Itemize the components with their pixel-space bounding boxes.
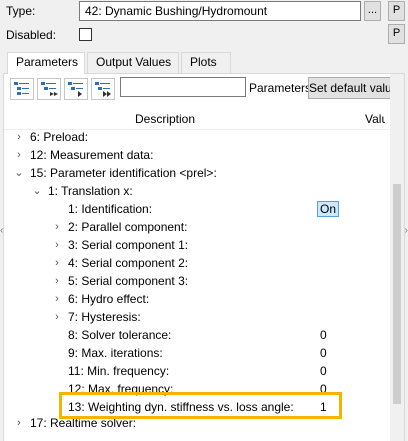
type-p-button[interactable]: P bbox=[388, 1, 405, 21]
tree-row-hydro-effect[interactable]: › 6: Hydro effect: bbox=[4, 290, 388, 308]
parameters-label: Parameters: bbox=[249, 81, 315, 95]
vertical-scrollbar[interactable] bbox=[390, 74, 404, 441]
row-value[interactable]: 0 bbox=[320, 380, 327, 398]
row-value[interactable]: 0 bbox=[320, 344, 327, 362]
tree-row-identification[interactable]: 1: Identification: On bbox=[4, 200, 388, 218]
disabled-p-button[interactable]: P bbox=[388, 24, 405, 44]
tree-row-max-frequency[interactable]: 12: Max. frequency: 0 bbox=[4, 380, 388, 398]
tab-plots[interactable]: Plots bbox=[181, 52, 231, 73]
row-label: 4: Serial component 2: bbox=[68, 256, 189, 270]
tree-row-max-iterations[interactable]: 9: Max. iterations: 0 bbox=[4, 344, 388, 362]
chevron-right-icon[interactable]: › bbox=[14, 414, 24, 432]
tree-row-parallel-component[interactable]: › 2: Parallel component: bbox=[4, 218, 388, 236]
chevron-right-icon[interactable]: › bbox=[52, 254, 62, 272]
identification-value[interactable]: On bbox=[317, 201, 340, 217]
property-window: Type: 42: Dynamic Bushing/Hydromount ...… bbox=[0, 0, 408, 441]
row-label: 1: Translation x: bbox=[48, 184, 133, 198]
expand-all-icon[interactable] bbox=[10, 78, 34, 100]
disabled-label: Disabled: bbox=[6, 28, 57, 42]
tree-row-serial-component-3[interactable]: › 5: Serial component 3: bbox=[4, 272, 388, 290]
row-label: 5: Serial component 3: bbox=[68, 274, 189, 288]
row-label: 17: Realtime solver: bbox=[30, 416, 137, 430]
chevron-right-icon[interactable]: › bbox=[52, 290, 62, 308]
disabled-checkbox[interactable] bbox=[79, 28, 92, 41]
tree-row-realtime-solver[interactable]: › 17: Realtime solver: bbox=[4, 414, 388, 432]
splitter-left-icon[interactable]: ‹ bbox=[0, 225, 3, 236]
tree-row-preload[interactable]: › 6: Preload: bbox=[4, 128, 388, 146]
tab-output-values[interactable]: Output Values bbox=[87, 52, 179, 73]
tree-row-measurement-data[interactable]: › 12: Measurement data: bbox=[4, 146, 388, 164]
browse-button[interactable]: ... bbox=[364, 1, 381, 21]
tree-row-parameter-identification[interactable]: ⌄ 15: Parameter identification <prel>: bbox=[4, 164, 388, 182]
tree-row-min-frequency[interactable]: 11: Min. frequency: 0 bbox=[4, 362, 388, 380]
type-label: Type: bbox=[6, 4, 36, 18]
chevron-right-icon[interactable]: › bbox=[52, 218, 62, 236]
row-label: 3: Serial component 1: bbox=[68, 238, 189, 252]
row-label: 6: Hydro effect: bbox=[68, 292, 150, 306]
type-field[interactable]: 42: Dynamic Bushing/Hydromount bbox=[79, 1, 361, 21]
row-label: 2: Parallel component: bbox=[68, 220, 188, 234]
row-label: 12: Max. frequency: bbox=[68, 382, 174, 396]
row-label: 11: Min. frequency: bbox=[68, 364, 170, 378]
parameter-search-input[interactable] bbox=[120, 77, 246, 97]
tab-parameters[interactable]: Parameters bbox=[7, 52, 85, 74]
chevron-right-icon[interactable]: › bbox=[52, 272, 62, 290]
chevron-right-icon[interactable]: › bbox=[14, 128, 24, 146]
row-label: 7: Hysteresis: bbox=[68, 310, 141, 324]
row-label: 15: Parameter identification <prel>: bbox=[30, 166, 217, 180]
parameters-panel: Parameters: Set default values Descripti… bbox=[3, 73, 405, 441]
tree-row-solver-tolerance[interactable]: 8: Solver tolerance: 0 bbox=[4, 326, 388, 344]
row-label: 8: Solver tolerance: bbox=[68, 328, 172, 342]
chevron-right-icon[interactable]: › bbox=[52, 308, 62, 326]
row-value[interactable]: 0 bbox=[320, 362, 327, 380]
tree-row-translation-x[interactable]: ⌄ 1: Translation x: bbox=[4, 182, 388, 200]
splitter-right-icon[interactable]: › bbox=[405, 225, 408, 236]
row-label: 12: Measurement data: bbox=[30, 148, 154, 162]
tree-row-serial-component-1[interactable]: › 3: Serial component 1: bbox=[4, 236, 388, 254]
expand-level-icon[interactable] bbox=[64, 78, 88, 100]
row-value[interactable]: 0 bbox=[320, 326, 327, 344]
chevron-right-icon[interactable]: › bbox=[14, 146, 24, 164]
collapse-all-icon[interactable] bbox=[37, 78, 61, 100]
row-label: 6: Preload: bbox=[30, 130, 89, 144]
tree-row-serial-component-2[interactable]: › 4: Serial component 2: bbox=[4, 254, 388, 272]
chevron-down-icon[interactable]: ⌄ bbox=[32, 182, 42, 200]
chevron-down-icon[interactable]: ⌄ bbox=[14, 164, 24, 182]
scrollbar-thumb[interactable] bbox=[393, 184, 401, 404]
row-label: 9: Max. iterations: bbox=[68, 346, 163, 360]
expand-deep-icon[interactable] bbox=[91, 78, 115, 100]
column-header-description[interactable]: Description bbox=[135, 112, 195, 126]
tree-row-hysteresis[interactable]: › 7: Hysteresis: bbox=[4, 308, 388, 326]
row-label: 1: Identification: bbox=[68, 202, 153, 216]
chevron-right-icon[interactable]: › bbox=[52, 236, 62, 254]
column-header-value[interactable]: Value bbox=[365, 112, 385, 126]
